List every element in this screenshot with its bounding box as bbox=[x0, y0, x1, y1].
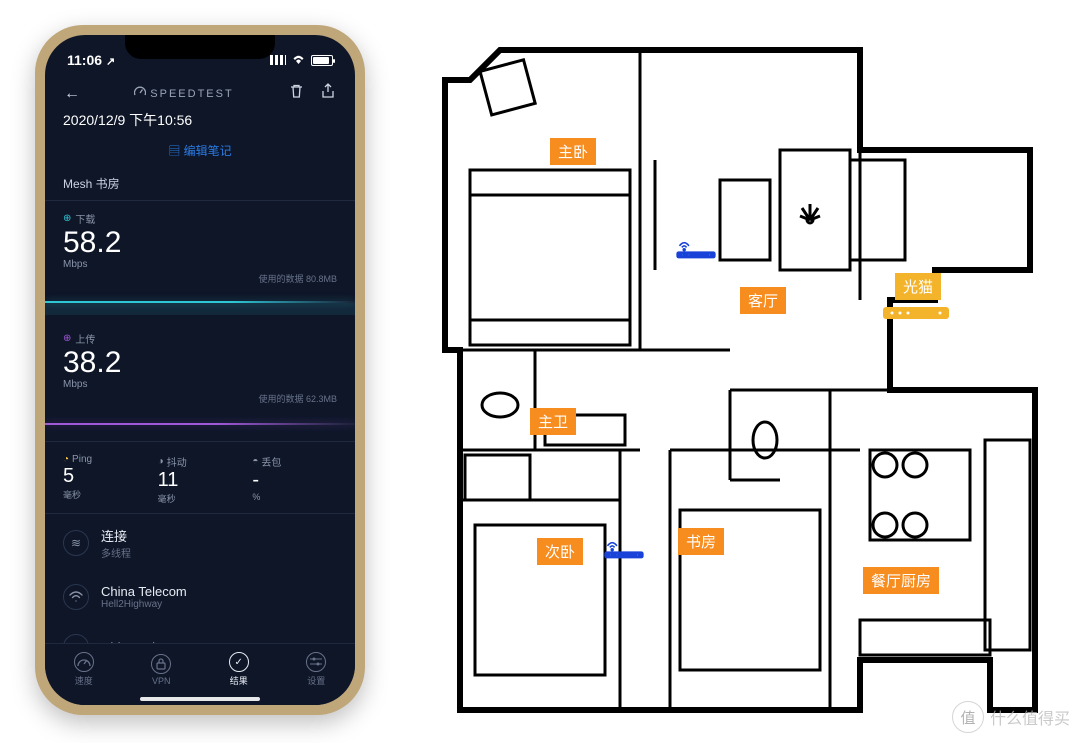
phone-frame: 11:06 ↗ ← SPEEDTEST bbox=[35, 25, 365, 715]
watermark-text: 什么值得买 bbox=[990, 705, 1070, 729]
tag-kitchen-dining: 餐厅厨房 bbox=[863, 567, 939, 594]
watermark-badge-icon: 值 bbox=[952, 701, 984, 733]
loss-metric: ◓ 丢包 - % bbox=[252, 454, 337, 505]
check-icon: ✓ bbox=[229, 652, 249, 672]
edit-note-link[interactable]: ▤ 编辑笔记 bbox=[45, 136, 355, 165]
status-time: 11:06 bbox=[67, 52, 102, 68]
app-header: ← SPEEDTEST bbox=[45, 73, 355, 108]
latency-row: ◔ Ping 5 毫秒 ◑ 抖动 11 毫秒 ◓ 丢包 - % bbox=[45, 442, 355, 513]
tag-modem: 光猫 bbox=[895, 273, 941, 300]
upload-data-used: 使用的数据 62.3MB bbox=[45, 392, 355, 407]
gauge-icon bbox=[74, 652, 94, 672]
wifi-list-icon bbox=[63, 584, 89, 610]
wifi-icon bbox=[291, 53, 306, 67]
tab-bar: 速度 VPN ✓ 结果 设置 bbox=[45, 643, 355, 705]
download-sparkline bbox=[45, 287, 355, 315]
app-title: SPEEDTEST bbox=[150, 88, 233, 100]
tab-settings[interactable]: 设置 bbox=[306, 652, 326, 687]
download-value: 58.2 bbox=[63, 226, 337, 259]
download-icon: ⊕ bbox=[63, 213, 71, 224]
download-data-used: 使用的数据 80.8MB bbox=[45, 272, 355, 287]
lock-icon bbox=[151, 654, 171, 674]
sliders-icon bbox=[306, 652, 326, 672]
floor-plan: 主卧 客厅 光猫 主卫 次卧 书房 餐厅厨房 bbox=[430, 20, 1050, 720]
upload-value: 38.2 bbox=[63, 346, 337, 379]
tab-results[interactable]: ✓ 结果 bbox=[229, 652, 249, 687]
network-name: Mesh 书房 bbox=[45, 165, 355, 200]
download-label: 下载 bbox=[75, 211, 95, 226]
ping-metric: ◔ Ping 5 毫秒 bbox=[63, 454, 148, 505]
tag-master-bedroom: 主卧 bbox=[550, 138, 596, 165]
tag-study: 书房 bbox=[678, 528, 724, 555]
modem-device bbox=[882, 303, 950, 321]
note-icon: ▤ bbox=[168, 144, 183, 158]
home-indicator[interactable] bbox=[140, 697, 260, 701]
cell-signal-icon bbox=[270, 55, 286, 65]
tab-speed[interactable]: 速度 bbox=[74, 652, 94, 687]
connection-icon: ≋ bbox=[63, 530, 89, 556]
connection-item[interactable]: ≋ 连接多线程 bbox=[45, 514, 355, 572]
notch bbox=[125, 35, 275, 59]
tag-master-bath: 主卫 bbox=[530, 408, 576, 435]
upload-label: 上传 bbox=[75, 331, 95, 346]
upload-sparkline bbox=[45, 407, 355, 435]
result-timestamp: 2020/12/9 下午10:56 bbox=[45, 108, 355, 136]
watermark: 值 什么值得买 bbox=[952, 701, 1070, 733]
router-living-room bbox=[669, 238, 723, 260]
tab-vpn[interactable]: VPN bbox=[151, 654, 171, 686]
phone-screen: 11:06 ↗ ← SPEEDTEST bbox=[45, 35, 355, 705]
floor-plan-svg bbox=[430, 20, 1050, 720]
back-button[interactable]: ← bbox=[63, 85, 81, 103]
delete-button[interactable] bbox=[287, 83, 305, 104]
isp-item[interactable]: China TelecomHell2Highway bbox=[45, 572, 355, 622]
tag-second-bedroom: 次卧 bbox=[537, 538, 583, 565]
tag-living-room: 客厅 bbox=[740, 287, 786, 314]
upload-icon: ⊕ bbox=[63, 333, 71, 344]
battery-icon bbox=[311, 55, 333, 66]
download-metric: ⊕ 下载 58.2 Mbps bbox=[45, 201, 355, 272]
upload-metric: ⊕ 上传 38.2 Mbps bbox=[45, 321, 355, 392]
location-icon: ↗ bbox=[106, 56, 115, 68]
download-unit: Mbps bbox=[63, 259, 337, 270]
upload-unit: Mbps bbox=[63, 379, 337, 390]
speedtest-logo-icon bbox=[134, 86, 146, 101]
router-second-bedroom bbox=[597, 538, 651, 560]
jitter-metric: ◑ 抖动 11 毫秒 bbox=[158, 454, 243, 505]
share-button[interactable] bbox=[319, 83, 337, 104]
